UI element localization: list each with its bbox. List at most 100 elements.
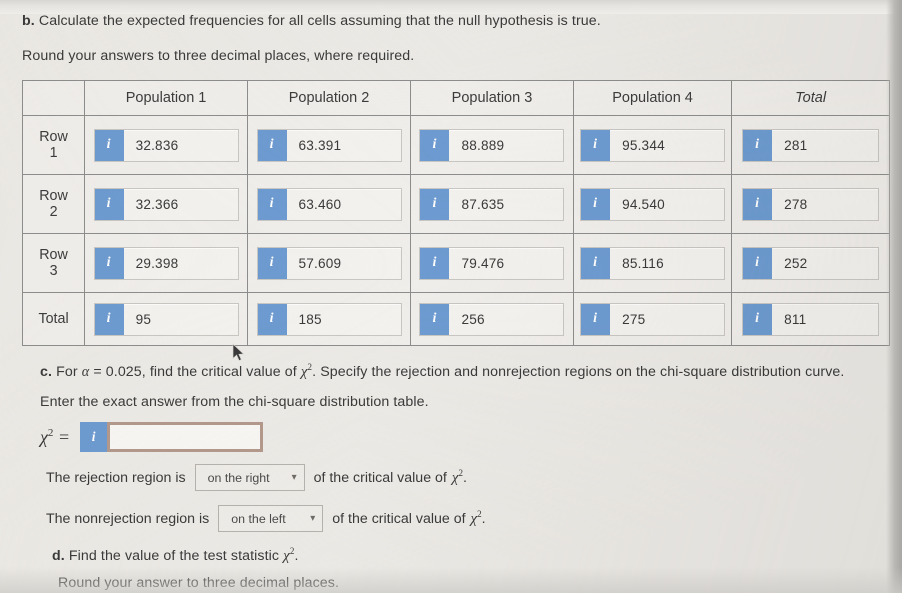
chi-square-answer-label: χ2 = (40, 426, 71, 447)
input-value[interactable]: 185 (287, 304, 401, 335)
input-row3-population2[interactable]: i 57.609 (256, 246, 402, 280)
info-icon[interactable]: i (581, 188, 611, 220)
info-icon[interactable]: i (94, 303, 124, 335)
info-icon[interactable]: i (94, 247, 124, 279)
input-row1-population2[interactable]: i 63.391 (256, 128, 402, 162)
input-value[interactable]: 811 (772, 304, 878, 335)
input-value[interactable]: 252 (772, 248, 878, 279)
cell-row2-population4: i 94.540 (572, 174, 733, 234)
row-label-row-3: Row 3 (21, 233, 86, 293)
info-icon[interactable]: i (743, 303, 773, 335)
input-row1-population3[interactable]: i 88.889 (419, 128, 565, 162)
input-row3-population1[interactable]: i 29.398 (93, 246, 239, 280)
info-icon[interactable]: i (257, 129, 287, 161)
input-row1-total[interactable]: i 281 (742, 128, 880, 162)
chi-symbol: χ2 (283, 546, 295, 564)
part-c-text-2: , find the critical value of (141, 364, 297, 380)
info-icon[interactable]: i (581, 247, 611, 279)
input-value[interactable]: 281 (772, 130, 878, 161)
row-label-row-1: Row 1 (21, 115, 86, 175)
input-total-population3[interactable]: i 256 (419, 302, 565, 336)
input-row3-population4[interactable]: i 85.116 (580, 246, 726, 280)
row-label-total: Total (21, 292, 86, 346)
input-row2-population3[interactable]: i 87.635 (419, 187, 565, 221)
info-icon[interactable]: i (420, 303, 450, 335)
input-row2-population2[interactable]: i 63.460 (256, 187, 402, 221)
info-icon[interactable]: i (80, 422, 108, 452)
cell-row1-population4: i 95.344 (572, 115, 733, 175)
row-label-line-1: Row (39, 247, 68, 263)
input-row1-population4[interactable]: i 95.344 (580, 128, 726, 162)
input-value[interactable]: 278 (772, 189, 878, 220)
photo-top-edge (0, 0, 902, 14)
part-d-prompt: d. Find the value of the test statistic … (52, 546, 298, 565)
input-total-population1[interactable]: i 95 (93, 302, 239, 336)
input-value[interactable]: 79.476 (449, 248, 563, 279)
info-icon[interactable]: i (420, 247, 450, 279)
info-icon[interactable]: i (94, 188, 124, 220)
input-value[interactable]: 85.116 (610, 248, 724, 279)
info-icon[interactable]: i (743, 129, 773, 161)
input-value[interactable]: 87.635 (449, 189, 563, 220)
info-icon[interactable]: i (257, 303, 287, 335)
input-value[interactable]: 29.398 (124, 248, 238, 279)
table-row: Row 3 i 29.398 i 57.609 i 79.476 i 85.11… (21, 233, 890, 293)
chi-square-answer-field[interactable]: i (80, 422, 264, 452)
cell-row2-population3: i 87.635 (410, 174, 574, 234)
input-value[interactable]: 275 (610, 304, 724, 335)
info-icon[interactable]: i (257, 247, 287, 279)
row-label-line-2: 3 (49, 263, 58, 279)
info-icon[interactable]: i (743, 188, 773, 220)
table-corner-header (21, 80, 86, 116)
input-row2-population4[interactable]: i 94.540 (580, 187, 726, 221)
input-total-population2[interactable]: i 185 (256, 302, 402, 336)
info-icon[interactable]: i (94, 129, 124, 161)
input-value[interactable]: 95 (124, 304, 238, 335)
info-icon[interactable]: i (743, 247, 773, 279)
cell-row1-population1: i 32.836 (84, 115, 249, 175)
info-icon[interactable]: i (257, 188, 287, 220)
chi-square-input[interactable] (107, 422, 264, 452)
info-icon[interactable]: i (581, 303, 611, 335)
part-c-label: c. (40, 364, 53, 380)
rejection-region-row: The rejection region is on the right ▾ o… (46, 464, 467, 491)
cell-total-population3: i 256 (410, 292, 574, 346)
rejection-region-select[interactable]: on the right ▾ (194, 464, 305, 491)
rejection-region-prefix: The rejection region is (46, 469, 186, 486)
input-value[interactable]: 63.391 (287, 130, 401, 161)
input-value[interactable]: 32.366 (124, 189, 238, 220)
input-row1-population1[interactable]: i 32.836 (93, 128, 239, 162)
rejection-region-suffix: of the critical value of (313, 469, 447, 486)
input-value[interactable]: 57.609 (287, 248, 401, 279)
input-value[interactable]: 95.344 (610, 130, 724, 161)
part-c-instruction: Enter the exact answer from the chi-squa… (40, 394, 429, 410)
nonrejection-region-prefix: The nonrejection region is (46, 510, 210, 527)
input-value[interactable]: 32.836 (124, 130, 238, 161)
input-value[interactable]: 63.460 (287, 189, 401, 220)
input-value[interactable]: 256 (449, 304, 563, 335)
input-row3-total[interactable]: i 252 (742, 246, 880, 280)
part-b-prompt: b. Calculate the expected frequencies fo… (22, 13, 601, 29)
chi-symbol: χ2 (300, 362, 313, 380)
table-header-row: Population 1 Population 2 Population 3 P… (21, 80, 890, 116)
info-icon[interactable]: i (581, 129, 611, 161)
cell-row2-total: i 278 (731, 174, 890, 234)
info-icon[interactable]: i (420, 129, 450, 161)
chi-square-answer-row: χ2 = i (40, 422, 264, 452)
nonrejection-region-select[interactable]: on the left ▾ (218, 505, 324, 532)
input-value[interactable]: 94.540 (610, 189, 724, 220)
input-row2-population1[interactable]: i 32.366 (93, 187, 239, 221)
row-label-line-1: Total (38, 311, 69, 327)
input-row3-population3[interactable]: i 79.476 (419, 246, 565, 280)
screenshot-root: b. Calculate the expected frequencies fo… (0, 0, 902, 593)
nonrejection-region-period: . (481, 510, 486, 527)
part-c-text-3: . Specify the rejection and nonrejection… (312, 364, 845, 380)
info-icon[interactable]: i (420, 188, 450, 220)
alpha-symbol: α (81, 364, 90, 380)
cell-row3-population2: i 57.609 (247, 233, 411, 293)
input-total-population4[interactable]: i 275 (580, 302, 726, 336)
input-total-total[interactable]: i 811 (742, 302, 880, 336)
column-header-population-2: Population 2 (247, 80, 411, 116)
input-row2-total[interactable]: i 278 (742, 187, 880, 221)
input-value[interactable]: 88.889 (449, 130, 563, 161)
